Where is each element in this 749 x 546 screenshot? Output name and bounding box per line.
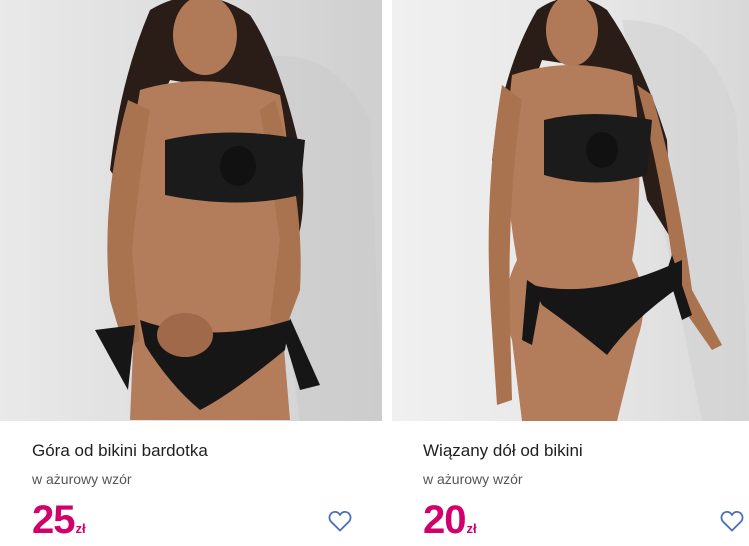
product-card[interactable]: Góra od bikini bardotka w ażurowy wzór 2… — [0, 0, 382, 546]
product-subtitle: w ażurowy wzór — [423, 471, 523, 487]
product-photo[interactable] — [392, 0, 749, 421]
price-amount: 25 — [32, 498, 75, 542]
product-card[interactable]: Wiązany dół od bikini w ażurowy wzór 20z… — [392, 0, 749, 546]
heart-icon — [328, 510, 352, 532]
heart-icon — [720, 510, 744, 532]
model-photo-illustration — [95, 0, 382, 421]
product-subtitle: w ażurowy wzór — [32, 471, 132, 487]
product-price: 25zł — [32, 500, 86, 540]
price-amount: 20 — [423, 498, 466, 542]
product-photo[interactable] — [0, 0, 382, 421]
product-price: 20zł — [423, 500, 477, 540]
price-currency: zł — [466, 521, 477, 536]
price-currency: zł — [75, 521, 86, 536]
add-to-favorites-button[interactable] — [328, 510, 352, 532]
model-photo-illustration — [488, 0, 749, 421]
add-to-favorites-button[interactable] — [720, 510, 744, 532]
product-title[interactable]: Wiązany dół od bikini — [423, 441, 583, 461]
product-title[interactable]: Góra od bikini bardotka — [32, 441, 208, 461]
